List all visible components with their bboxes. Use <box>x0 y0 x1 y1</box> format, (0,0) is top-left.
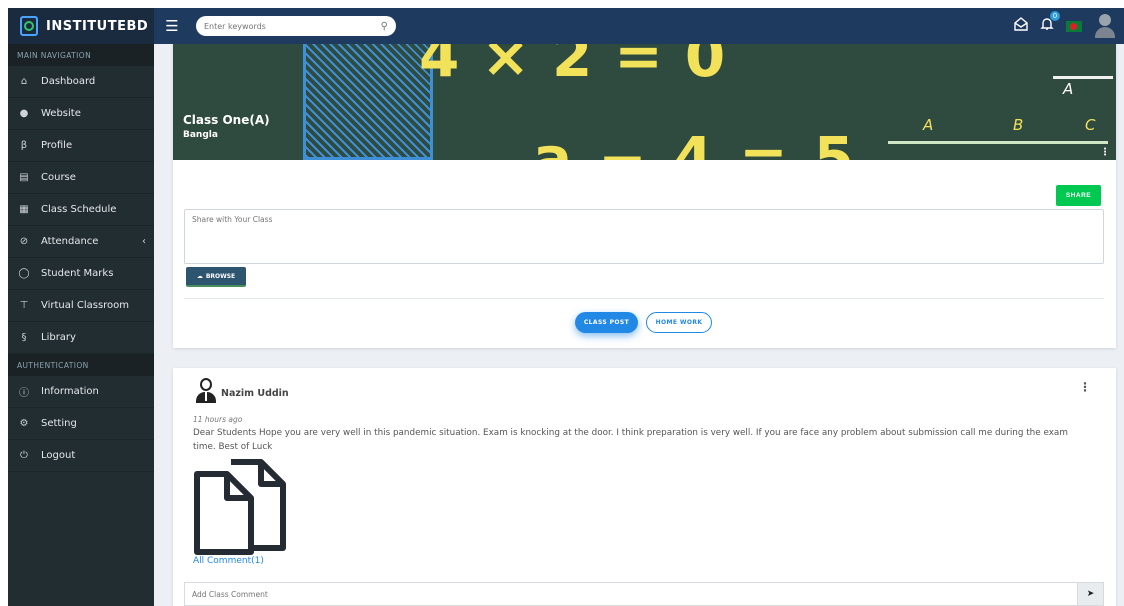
tab-class-post[interactable]: CLASS POST <box>575 312 638 333</box>
banner-more-icon[interactable]: ⋮ <box>1100 147 1110 158</box>
post-timestamp: 11 hours ago <box>193 415 243 424</box>
class-card: 4×2=0 a−4=5 A A B C Class One(A) Bangla … <box>173 44 1116 348</box>
nav-header-authentication: AUTHENTICATION <box>8 354 154 376</box>
post-card: Nazim Uddin ⋮ 11 hours ago Dear Students… <box>173 368 1116 606</box>
book-icon: ▤ <box>19 172 29 183</box>
calendar-icon: ▦ <box>19 204 29 215</box>
search-box[interactable]: ⚲ <box>196 16 396 36</box>
main-content: 4×2=0 a−4=5 A A B C Class One(A) Bangla … <box>154 44 1124 606</box>
sidebar-item-label: Profile <box>41 140 73 151</box>
bulb-icon: ◯ <box>18 268 30 279</box>
post-body: Dear Students Hope you are very well in … <box>193 428 1068 452</box>
brand-name: INSTITUTEBD <box>46 18 149 34</box>
comment-input[interactable] <box>184 582 1077 606</box>
sidebar-item-label: Attendance <box>41 236 99 247</box>
top-right-controls: 0 <box>1014 11 1124 39</box>
check-circle-icon: ⊘ <box>19 236 29 247</box>
share-button[interactable]: SHARE <box>1056 185 1101 206</box>
menu-icon: ☰ <box>165 17 179 35</box>
sidebar-item-virtual-classroom[interactable]: ⊤ Virtual Classroom <box>8 290 154 322</box>
post-author-name[interactable]: Nazim Uddin <box>221 388 289 399</box>
sidebar-item-library[interactable]: § Library <box>8 322 154 354</box>
class-banner: 4×2=0 a−4=5 A A B C Class One(A) Bangla … <box>173 44 1116 160</box>
post-author-avatar <box>195 377 217 403</box>
power-icon: ⏻ <box>20 450 28 461</box>
sidebar-item-student-marks[interactable]: ◯ Student Marks <box>8 258 154 290</box>
notification-count-badge: 0 <box>1050 11 1060 21</box>
sidebar-item-setting[interactable]: ⚙ Setting <box>8 408 154 440</box>
sidebar-item-course[interactable]: ▤ Course <box>8 162 154 194</box>
sidebar-item-attendance[interactable]: ⊘ Attendance ‹ <box>8 226 154 258</box>
sidebar-item-class-schedule[interactable]: ▦ Class Schedule <box>8 194 154 226</box>
class-subject: Bangla <box>183 130 218 140</box>
sidebar-item-dashboard[interactable]: ⌂ Dashboard <box>8 66 154 98</box>
board-label: B <box>1013 116 1024 134</box>
sidebar-item-label: Virtual Classroom <box>41 300 130 311</box>
top-navbar: INSTITUTEBD ☰ ⚲ 0 <box>8 8 1124 44</box>
browse-label: BROWSE <box>205 272 236 280</box>
bell-icon[interactable]: 0 <box>1040 11 1060 35</box>
board-arrow-line <box>1053 76 1113 79</box>
podium-icon: ⊤ <box>19 300 29 311</box>
mail-icon[interactable] <box>1014 17 1028 35</box>
search-icon[interactable]: ⚲ <box>381 21 388 32</box>
sidebar: MAIN NAVIGATION ⌂ Dashboard ● Website β … <box>8 44 154 606</box>
sidebar-item-label: Dashboard <box>41 76 96 87</box>
nav-header-main: MAIN NAVIGATION <box>8 44 154 66</box>
board-equation-top: 4×2=0 <box>419 44 748 90</box>
documents-icon[interactable] <box>193 456 288 556</box>
browse-button[interactable]: ☁ BROWSE <box>186 267 246 287</box>
board-label: A <box>923 116 934 134</box>
share-textarea[interactable] <box>184 209 1104 264</box>
info-icon: ⓘ <box>19 388 29 399</box>
brand-logo-icon <box>20 16 38 36</box>
cloud-upload-icon: ☁ <box>196 272 203 280</box>
profile-icon: β <box>20 140 28 151</box>
menu-toggle-button[interactable]: ☰ <box>158 8 186 44</box>
board-label: C <box>1085 116 1096 134</box>
post-more-icon[interactable]: ⋮ <box>1079 380 1091 394</box>
sidebar-item-label: Course <box>41 172 76 183</box>
sidebar-item-profile[interactable]: β Profile <box>8 130 154 162</box>
flag-icon[interactable] <box>1066 20 1082 32</box>
board-label: A <box>1063 80 1074 98</box>
user-avatar[interactable] <box>1094 13 1116 39</box>
library-icon: § <box>21 332 27 343</box>
globe-icon: ● <box>19 108 29 119</box>
board-equation-bottom: a−4=5 <box>533 124 881 160</box>
tab-home-work[interactable]: HOME WORK <box>646 312 712 333</box>
sidebar-item-label: Setting <box>41 418 77 429</box>
sidebar-item-label: Logout <box>41 450 76 461</box>
gear-icon: ⚙ <box>19 418 29 429</box>
board-line <box>888 141 1108 144</box>
sidebar-item-logout[interactable]: ⏻ Logout <box>8 440 154 472</box>
sidebar-item-label: Student Marks <box>41 268 114 279</box>
sidebar-item-label: Class Schedule <box>41 204 117 215</box>
send-comment-button[interactable]: ➤ <box>1077 582 1104 606</box>
chevron-left-icon: ‹ <box>142 236 146 247</box>
send-icon: ➤ <box>1086 589 1095 599</box>
sidebar-item-information[interactable]: ⓘ Information <box>8 376 154 408</box>
brand[interactable]: INSTITUTEBD <box>8 8 154 44</box>
class-title: Class One(A) <box>183 113 270 127</box>
sidebar-item-label: Information <box>41 386 99 397</box>
sidebar-item-label: Library <box>41 332 76 343</box>
home-icon: ⌂ <box>20 76 28 87</box>
board-hatch-decoration <box>303 44 433 160</box>
all-comments-link[interactable]: All Comment(1) <box>193 556 264 566</box>
sidebar-item-label: Website <box>41 108 81 119</box>
search-input[interactable] <box>204 21 381 31</box>
divider <box>184 298 1104 299</box>
sidebar-item-website[interactable]: ● Website <box>8 98 154 130</box>
